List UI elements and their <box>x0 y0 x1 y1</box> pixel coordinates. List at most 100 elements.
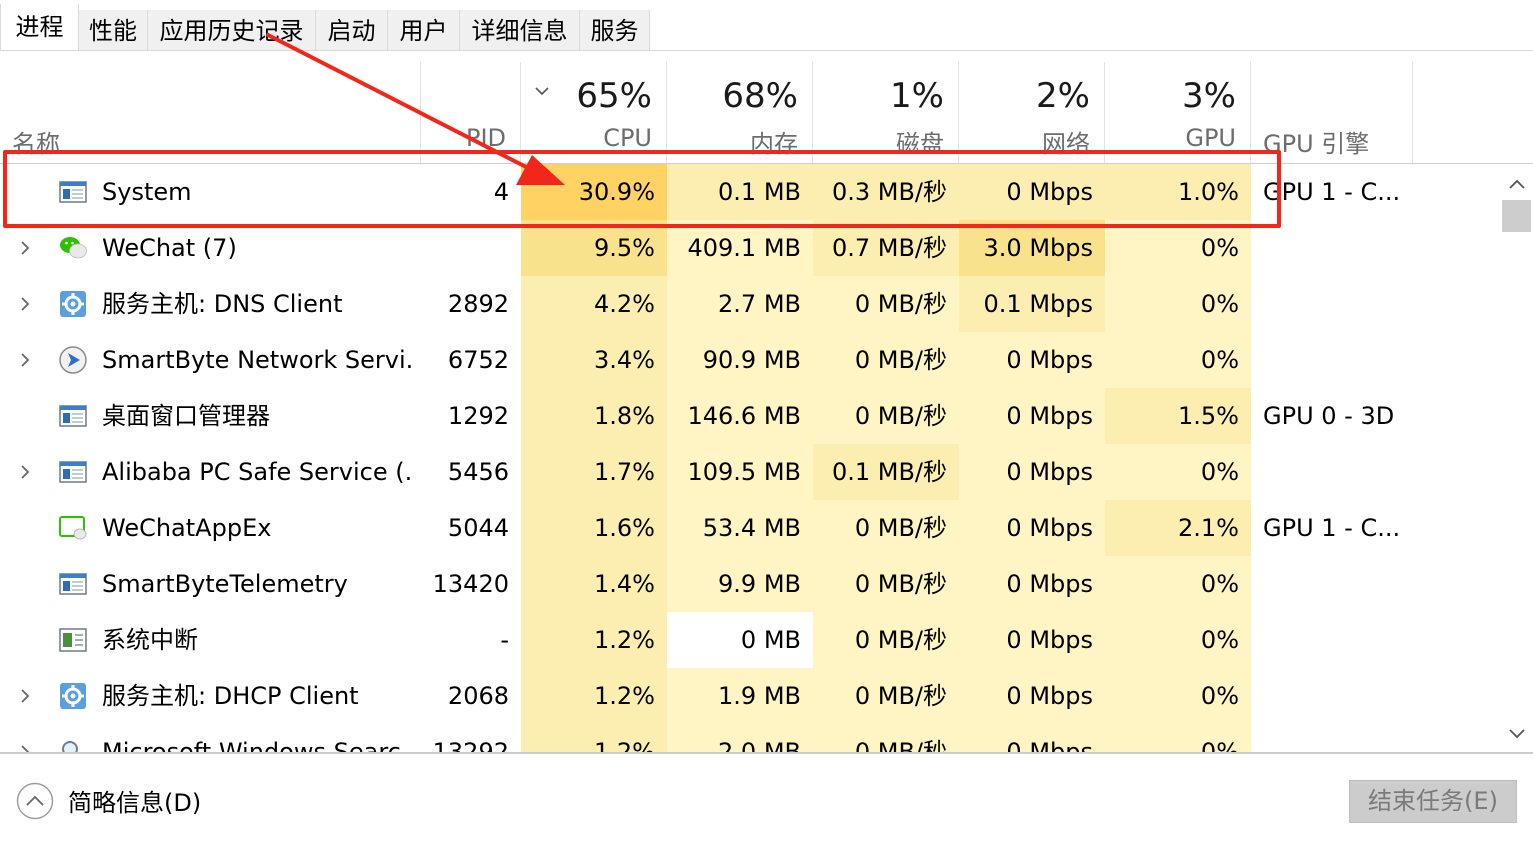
process-name: WeChat (7) <box>102 234 237 262</box>
process-cpu: 3.4% <box>521 332 667 388</box>
process-gpu-engine <box>1251 724 1413 752</box>
tab-services[interactable]: 服务 <box>580 10 650 50</box>
column-gpu[interactable]: 3% GPU <box>1105 62 1251 164</box>
process-row[interactable]: SmartByteTelemetry 13420 1.4% 9.9 MB 0 MB/秒 0… <box>0 556 1500 612</box>
fewer-details-chevron-up-icon[interactable] <box>16 782 54 820</box>
process-disk: 0 MB/秒 <box>813 388 959 444</box>
process-net: 0 Mbps <box>959 444 1105 500</box>
cpu-total-percent: 65% <box>576 76 652 116</box>
tab-users[interactable]: 用户 <box>388 10 460 50</box>
expand-chevron-right-icon[interactable] <box>18 353 32 367</box>
process-pid: 13292 <box>432 738 509 752</box>
column-gpu-engine[interactable]: GPU 引擎 <box>1251 62 1413 164</box>
tab-performance[interactable]: 性能 <box>79 10 148 50</box>
process-net: 0 Mbps <box>959 332 1105 388</box>
process-list: System 4 30.9% 0.1 MB 0.3 MB/秒 0 Mbps 1.0% GPU … <box>0 164 1500 752</box>
process-name: 桌面窗口管理器 <box>102 402 270 430</box>
process-name: Microsoft Windows Searc... <box>102 738 412 752</box>
process-net: 0 Mbps <box>959 612 1105 668</box>
process-row[interactable]: Microsoft Windows Searc... 13292 1.2% 2.0 M… <box>0 724 1500 752</box>
process-pid: 2892 <box>447 290 509 318</box>
process-disk: 0 MB/秒 <box>813 276 959 332</box>
process-gpu: 0% <box>1105 276 1251 332</box>
process-mem: 409.1 MB <box>667 220 813 276</box>
process-name: 服务主机: DHCP Client <box>102 682 359 710</box>
tab-processes[interactable]: 进程 <box>0 4 79 51</box>
tab-startup[interactable]: 启动 <box>316 10 388 50</box>
expand-chevron-right-icon[interactable] <box>18 465 32 479</box>
process-row[interactable]: 服务主机: DNS Client 2892 4.2% 2.7 MB 0 MB/秒 0.1 … <box>0 276 1500 332</box>
process-gpu: 1.5% <box>1105 388 1251 444</box>
end-task-button[interactable]: 结束任务(E) <box>1349 780 1517 823</box>
process-row[interactable]: WeChat (7) 9.5% 409.1 MB 0.7 MB/秒 3.0 Mbps 0% <box>0 220 1500 276</box>
search-icon <box>58 738 88 752</box>
process-name: 系统中断 <box>102 626 198 654</box>
process-net: 0 Mbps <box>959 668 1105 724</box>
column-pid-label: PID <box>465 124 506 152</box>
window-icon <box>58 402 88 430</box>
process-name: SmartByteTelemetry <box>102 570 348 598</box>
process-gpu: 2.1% <box>1105 500 1251 556</box>
process-gpu-engine: GPU 1 - C... <box>1263 514 1401 542</box>
fewer-details-link[interactable]: 简略信息(D) <box>68 784 201 822</box>
expand-chevron-right-icon[interactable] <box>18 745 32 752</box>
process-row[interactable]: 系统中断 -1.2% 0 MB 0 MB/秒 0 Mbps 0% <box>0 612 1500 668</box>
process-gpu: 0% <box>1105 668 1251 724</box>
process-disk: 0 MB/秒 <box>813 500 959 556</box>
vertical-scrollbar[interactable] <box>1500 164 1533 752</box>
process-pid: 2068 <box>447 682 509 710</box>
process-row[interactable]: 桌面窗口管理器 1292 1.8% 146.6 MB 0 MB/秒 0 Mbps 1.5% G… <box>0 388 1500 444</box>
smartbyte-icon <box>58 346 88 374</box>
scrollbar-thumb[interactable] <box>1502 200 1531 232</box>
process-gpu-engine <box>1251 332 1413 388</box>
column-memory[interactable]: 68% 内存 <box>667 62 813 164</box>
sort-chevron-down-icon <box>535 87 549 96</box>
process-gpu: 0% <box>1105 332 1251 388</box>
process-gpu-engine: GPU 0 - 3D <box>1263 402 1395 430</box>
gear-icon <box>58 290 88 318</box>
process-gpu-engine <box>1251 668 1413 724</box>
column-cpu[interactable]: 65% CPU <box>521 62 667 164</box>
process-pid: 6752 <box>447 346 509 374</box>
wechat-app-icon <box>58 514 88 542</box>
tab-app-history[interactable]: 应用历史记录 <box>148 10 316 50</box>
process-cpu: 1.6% <box>521 500 667 556</box>
process-mem: 1.9 MB <box>667 668 813 724</box>
column-pid[interactable]: PID <box>421 62 521 164</box>
process-mem: 2.0 MB <box>667 724 813 752</box>
column-header-row: 名称 PID 65% CPU 68% 内存 1% 磁盘 2% 网络 3% GPU… <box>0 62 1533 164</box>
process-gpu-engine <box>1251 556 1413 612</box>
process-name: 服务主机: DNS Client <box>102 290 343 318</box>
process-cpu: 1.2% <box>521 612 667 668</box>
process-gpu-engine <box>1251 220 1413 276</box>
process-mem: 2.7 MB <box>667 276 813 332</box>
column-disk[interactable]: 1% 磁盘 <box>813 62 959 164</box>
tab-details[interactable]: 详细信息 <box>460 10 580 50</box>
process-disk: 0 MB/秒 <box>813 668 959 724</box>
column-network[interactable]: 2% 网络 <box>959 62 1105 164</box>
expand-chevron-right-icon[interactable] <box>18 297 32 311</box>
process-disk: 0.7 MB/秒 <box>813 220 959 276</box>
scroll-down-arrow-icon[interactable] <box>1508 726 1526 740</box>
memory-total-percent: 68% <box>722 76 798 116</box>
tab-divider <box>0 50 1533 51</box>
scroll-up-arrow-icon[interactable] <box>1508 178 1526 192</box>
tab-bar: 进程 性能 应用历史记录 启动 用户 详细信息 服务 <box>0 0 1533 52</box>
process-row[interactable]: SmartByte Network Servi... 6752 3.4% 90.9 M… <box>0 332 1500 388</box>
process-row[interactable]: Alibaba PC Safe Service (... 5456 1.7% 109.… <box>0 444 1500 500</box>
network-total-percent: 2% <box>1036 76 1090 116</box>
process-gpu: 0% <box>1105 220 1251 276</box>
footer-divider <box>0 752 1533 754</box>
process-row[interactable]: WeChatAppEx 5044 1.6% 53.4 MB 0 MB/秒 0 Mbps 2.… <box>0 500 1500 556</box>
annotation-highlight-box <box>3 150 1281 228</box>
process-disk: 0 MB/秒 <box>813 332 959 388</box>
process-name: SmartByte Network Servi... <box>102 346 412 374</box>
process-pid: - <box>500 626 509 654</box>
expand-chevron-right-icon[interactable] <box>18 689 32 703</box>
expand-chevron-right-icon[interactable] <box>18 241 32 255</box>
process-cpu: 9.5% <box>521 220 667 276</box>
column-name[interactable]: 名称 <box>0 62 421 164</box>
process-mem: 90.9 MB <box>667 332 813 388</box>
process-disk: 0.1 MB/秒 <box>813 444 959 500</box>
process-row[interactable]: 服务主机: DHCP Client 2068 1.2% 1.9 MB 0 MB/秒 0 M… <box>0 668 1500 724</box>
